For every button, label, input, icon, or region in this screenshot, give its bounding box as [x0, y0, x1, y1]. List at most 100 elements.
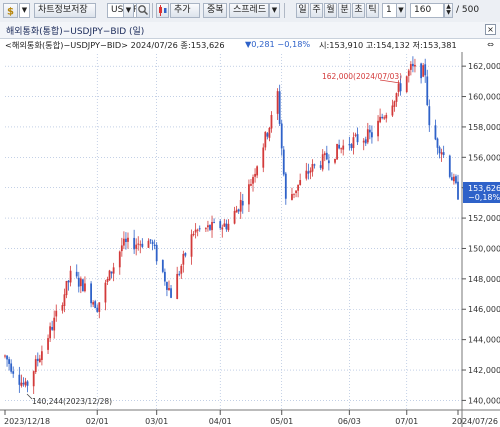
separator	[284, 3, 285, 18]
candle-body	[8, 359, 10, 364]
candle-body	[399, 83, 402, 92]
dropdown-arrow-icon[interactable]: ▼	[19, 3, 30, 18]
candle-body	[311, 163, 314, 172]
candle-body	[163, 271, 166, 282]
candle-body	[137, 243, 140, 245]
period-minute-button[interactable]: 분	[338, 3, 351, 18]
candle-body	[264, 131, 267, 148]
candle-body	[241, 200, 244, 206]
candle-body	[24, 381, 27, 386]
candle-body	[20, 382, 23, 386]
magnifier-icon[interactable]	[136, 3, 150, 18]
y-tick-label: 142,000	[468, 366, 500, 375]
x-tick-label: 04/01	[209, 417, 232, 426]
candle-body	[104, 282, 107, 303]
candle-body	[198, 228, 201, 230]
candle-body	[182, 253, 185, 265]
period-tick-button[interactable]: 틱	[366, 3, 379, 18]
candle-body	[368, 129, 371, 133]
y-tick-label: 146,000	[468, 305, 500, 314]
candle-body	[149, 239, 152, 241]
close-icon[interactable]: ×	[485, 24, 496, 35]
candle-body	[307, 171, 310, 174]
y-tick-label: 140,000	[468, 396, 500, 405]
candle-body	[176, 273, 179, 299]
candle-body	[79, 278, 82, 287]
candle-body	[327, 160, 330, 164]
period-week-button[interactable]: 주	[310, 3, 323, 18]
period-day-button[interactable]: 일	[296, 3, 309, 18]
period-month-button[interactable]: 월	[324, 3, 337, 18]
period-second-button[interactable]: 초	[352, 3, 365, 18]
overlay-button[interactable]: 중복	[203, 3, 227, 18]
candle-body	[256, 166, 259, 176]
candle-body	[77, 277, 80, 287]
candle-body	[153, 244, 156, 246]
x-tick-label: 06/03	[338, 417, 361, 426]
count-stepper-icon[interactable]: ▲ ▼	[444, 3, 453, 18]
x-tick-label: 2023/12/18	[4, 417, 50, 426]
x-tick-label: 2024/07/26	[452, 417, 498, 426]
candle-body	[250, 184, 252, 186]
info-prefix: <해외통화(통합)−USDJPY−BID> 2024/07/26 종:153,6…	[5, 40, 225, 50]
candle-body	[438, 147, 441, 154]
candle-body	[278, 91, 281, 124]
price-chart[interactable]: 162,000(2024/07/03) 140,244(2023/12/28) …	[0, 52, 500, 427]
candle-body	[268, 127, 271, 138]
candle-body	[371, 132, 373, 138]
candle-body	[22, 382, 25, 385]
interval-dropdown-icon[interactable]: ▼	[396, 3, 406, 18]
candle-body	[67, 280, 70, 283]
candle-body	[356, 134, 359, 143]
count-input[interactable]: 160	[410, 3, 444, 18]
save-chart-button[interactable]: 차트정보저장	[34, 3, 96, 18]
y-tick-label: 162,000	[468, 62, 500, 71]
info-ohlc: 시:153,910 고:154,132 저:153,381	[319, 40, 457, 50]
candle-body	[170, 288, 172, 298]
candle-body	[364, 139, 367, 144]
date-axis: 2023/12/18 02/01 03/01 04/01 05/01 06/03 07/01…	[4, 410, 498, 426]
currency-icon[interactable]: $	[3, 3, 18, 18]
candle-icon[interactable]	[156, 3, 169, 18]
collapse-icon[interactable]: ⇔	[485, 39, 496, 50]
candle-body	[407, 70, 410, 76]
candle-body	[248, 184, 250, 205]
symbol-dropdown-icon[interactable]: ▼	[123, 3, 134, 18]
y-tick-label: 156,000	[468, 153, 500, 162]
candle-body	[336, 143, 338, 160]
candle-body	[127, 237, 129, 242]
candle-body	[409, 64, 412, 70]
spread-dropdown-icon[interactable]: ▼	[269, 3, 280, 18]
toolbar: $ ▼ 차트정보저장 USDJPY ▼ 추가 중복 스프레드 ▼ 일 주 월 분…	[0, 0, 500, 23]
spread-button[interactable]: 스프레드	[229, 3, 269, 18]
candle-body	[352, 137, 355, 149]
separator	[152, 3, 153, 18]
candle-body	[180, 265, 183, 274]
candle-body	[305, 170, 308, 179]
candle-body	[342, 145, 345, 150]
svg-text:$: $	[7, 7, 14, 18]
candle-body	[366, 129, 369, 143]
candle-body	[112, 267, 115, 274]
candle-body	[38, 358, 41, 363]
candle-body	[297, 184, 300, 191]
candle-body	[237, 209, 240, 212]
add-button[interactable]: 추가	[170, 3, 200, 18]
candle-body	[51, 327, 54, 330]
candle-body	[139, 244, 142, 246]
candle-body	[442, 152, 445, 156]
y-tick-label: 148,000	[468, 275, 500, 284]
candle-body	[135, 244, 138, 249]
candle-body	[26, 381, 29, 386]
candle-body	[178, 273, 181, 275]
candle-body	[65, 280, 68, 296]
candle-body	[440, 152, 443, 155]
candle-body	[69, 270, 72, 283]
candle-body	[47, 338, 49, 350]
candle-body	[254, 173, 256, 177]
candle-body	[313, 164, 316, 166]
high-annotation: 162,000(2024/07/03)	[322, 72, 402, 81]
candle-body	[420, 63, 423, 79]
candle-body	[291, 194, 293, 200]
x-tick-label: 05/01	[270, 417, 293, 426]
